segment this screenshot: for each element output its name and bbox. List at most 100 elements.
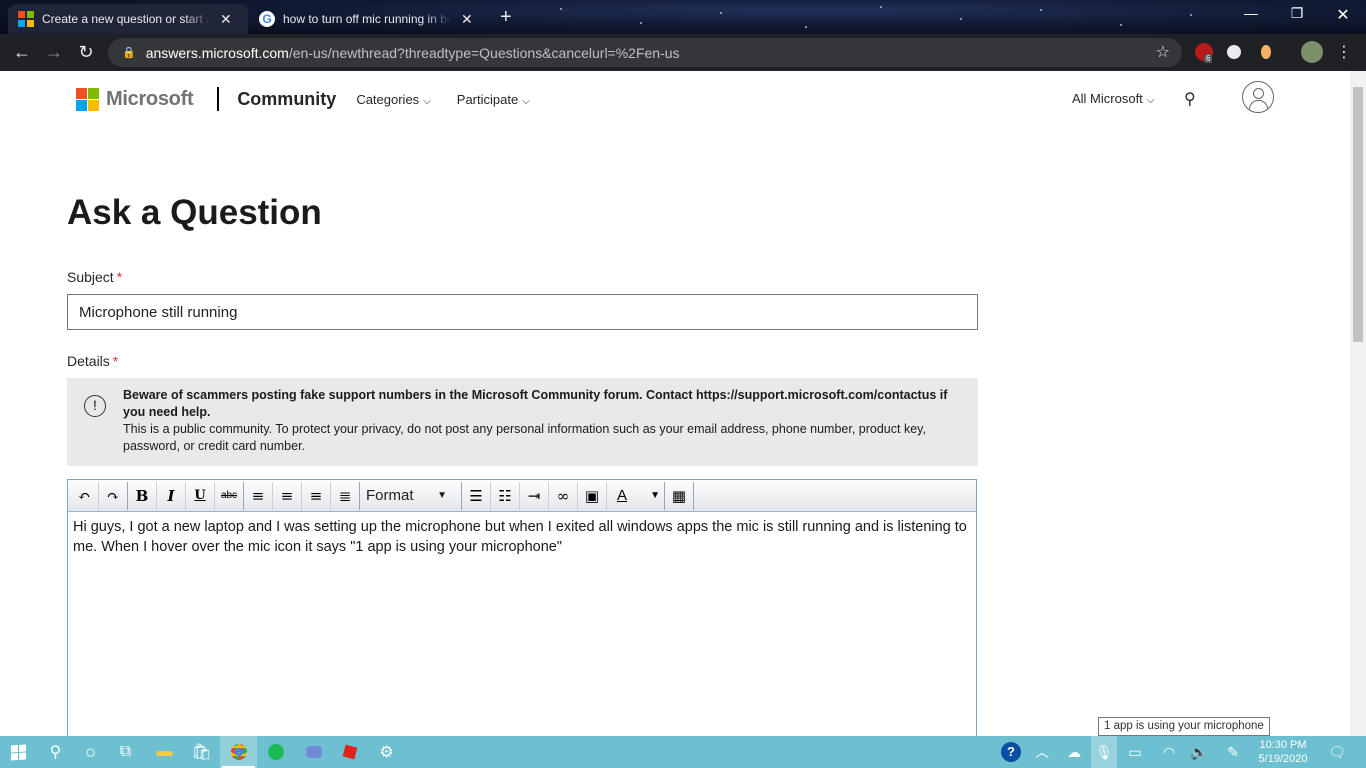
site-header: Microsoft Community Categories ⌵ Particip…: [76, 81, 1276, 113]
microsoft-logo-icon[interactable]: [76, 87, 99, 111]
volume-icon[interactable]: 🔈: [1186, 736, 1212, 768]
url-host: answers.microsoft.com: [145, 44, 289, 61]
format-dropdown-label: Format: [366, 487, 414, 504]
all-microsoft-label: All Microsoft: [1072, 91, 1143, 106]
required-marker: *: [116, 269, 123, 285]
battery-icon[interactable]: ▭: [1122, 736, 1148, 768]
underline-icon[interactable]: U: [186, 481, 215, 510]
restore-icon[interactable]: ❐: [1274, 5, 1320, 22]
taskbar-clock[interactable]: 10:30 PM 5/19/2020: [1248, 738, 1318, 766]
chevron-down-icon: ⌵: [1146, 95, 1155, 106]
profile-avatar-icon[interactable]: [1301, 41, 1323, 63]
pen-workspace-icon[interactable]: ✎: [1220, 736, 1246, 768]
close-tab-icon[interactable]: ✕: [220, 11, 232, 28]
chrome-taskbar-icon[interactable]: [220, 736, 257, 768]
justify-icon[interactable]: ≣: [331, 481, 360, 510]
roblox-icon[interactable]: [331, 736, 368, 768]
spotify-icon[interactable]: [257, 736, 294, 768]
onedrive-cloud-icon[interactable]: ☁: [1061, 736, 1087, 768]
privacy-notice: ! Beware of scammers posting fake suppor…: [67, 378, 978, 466]
nav-categories[interactable]: Categories ⌵: [356, 92, 430, 107]
search-icon[interactable]: ⚲: [1184, 89, 1196, 109]
scam-warning-text: Beware of scammers posting fake support …: [123, 388, 948, 419]
url-path: /en-us/newthread?threadtype=Questions&ca…: [288, 44, 680, 61]
action-center-icon[interactable]: 🗨: [1320, 736, 1354, 768]
undo-icon[interactable]: ↶: [70, 481, 99, 510]
show-hidden-icons-chevron-icon[interactable]: ︿: [1029, 736, 1055, 768]
start-button-windows-icon[interactable]: [0, 736, 37, 768]
close-tab-icon[interactable]: ✕: [461, 11, 473, 28]
task-view-icon[interactable]: ⧉: [107, 736, 144, 768]
privacy-text: This is a public community. To protect y…: [123, 422, 926, 453]
indent-icon[interactable]: ⇥: [520, 481, 549, 510]
nav-participate[interactable]: Participate ⌵: [457, 92, 530, 107]
details-label: Details *: [67, 353, 118, 369]
chevron-down-icon: ⌵: [522, 95, 530, 107]
file-explorer-icon[interactable]: ▬: [146, 736, 183, 768]
minimize-icon[interactable]: —: [1228, 5, 1274, 21]
google-favicon-icon: G: [259, 11, 275, 27]
page-content: Microsoft Community Categories ⌵ Particip…: [0, 71, 1350, 736]
rich-text-editor: ↶ ↷ B I U abc ≡ ≡ ≡ ≣ Format ▼ ☰ ☷ ⇥ ∞ ▣ …: [67, 479, 977, 736]
chevron-down-icon: ⌵: [423, 95, 431, 107]
insert-table-icon[interactable]: ▦: [665, 481, 694, 510]
back-arrow-icon[interactable]: ←: [6, 42, 38, 63]
bullet-list-icon[interactable]: ☰: [462, 481, 491, 510]
account-avatar-icon[interactable]: [1242, 81, 1274, 113]
nav-categories-label: Categories: [356, 91, 420, 107]
all-microsoft-menu[interactable]: All Microsoft ⌵: [1072, 91, 1154, 106]
store-icon[interactable]: 🛍: [183, 736, 220, 768]
bookmark-star-icon[interactable]: ☆: [1156, 42, 1170, 62]
strikethrough-icon[interactable]: abc: [215, 481, 244, 510]
tab-title: how to turn off mic running in be: [283, 12, 451, 26]
redo-icon[interactable]: ↷: [99, 481, 128, 510]
align-center-icon[interactable]: ≡: [273, 481, 302, 510]
microsoft-brand[interactable]: Microsoft: [106, 88, 194, 111]
help-icon[interactable]: ?: [997, 736, 1025, 768]
microphone-tooltip: 1 app is using your microphone: [1098, 717, 1270, 736]
block-extension-icon[interactable]: [1227, 45, 1241, 59]
discord-icon[interactable]: [295, 736, 332, 768]
details-label-text: Details: [67, 353, 110, 369]
microsoft-favicon-icon: [18, 11, 34, 27]
numbered-list-icon[interactable]: ☷: [491, 481, 520, 510]
insert-image-icon[interactable]: ▣: [578, 481, 607, 510]
required-marker: *: [112, 353, 119, 369]
editor-toolbar: ↶ ↷ B I U abc ≡ ≡ ≡ ≣ Format ▼ ☰ ☷ ⇥ ∞ ▣ …: [68, 480, 976, 512]
page-title: Ask a Question: [67, 193, 322, 232]
microphone-in-use-icon[interactable]: 🎙: [1091, 736, 1117, 768]
extension-icon[interactable]: [1261, 45, 1271, 59]
settings-gear-icon[interactable]: ⚙: [368, 736, 405, 768]
browser-tab-strip: Create a new question or start a d ✕ G h…: [0, 0, 1366, 34]
tab-create-question[interactable]: Create a new question or start a d ✕: [8, 4, 248, 34]
dropdown-arrow-icon: ▼: [437, 489, 447, 501]
editor-body[interactable]: Hi guys, I got a new laptop and I was se…: [68, 512, 976, 562]
reload-icon[interactable]: ↻: [70, 42, 102, 63]
bold-icon[interactable]: B: [128, 481, 157, 510]
link-icon[interactable]: ∞: [549, 481, 578, 510]
scrollbar-thumb[interactable]: [1353, 87, 1363, 342]
align-left-icon[interactable]: ≡: [244, 481, 273, 510]
search-icon[interactable]: ⚲: [37, 736, 74, 768]
info-icon: !: [84, 395, 106, 417]
forward-arrow-icon[interactable]: →: [38, 42, 70, 63]
page-scrollbar[interactable]: [1350, 71, 1366, 736]
new-tab-plus-icon[interactable]: +: [500, 6, 512, 29]
tab-google-search[interactable]: G how to turn off mic running in be ✕: [249, 4, 489, 34]
address-bar[interactable]: 🔒 answers.microsoft.com/en-us/newthread?…: [108, 38, 1182, 67]
header-divider: [217, 87, 220, 111]
italic-icon[interactable]: I: [157, 481, 186, 510]
cortana-icon[interactable]: ○: [72, 736, 109, 768]
subject-input[interactable]: [67, 294, 978, 330]
tab-title: Create a new question or start a d: [42, 12, 210, 26]
wifi-icon[interactable]: ◠: [1156, 736, 1182, 768]
format-dropdown[interactable]: Format ▼: [360, 481, 462, 510]
community-link[interactable]: Community: [237, 89, 336, 110]
subject-label: Subject *: [67, 269, 122, 285]
browser-menu-icon[interactable]: ⋮: [1336, 42, 1352, 62]
close-window-icon[interactable]: ✕: [1320, 5, 1366, 25]
align-right-icon[interactable]: ≡: [302, 481, 331, 510]
browser-toolbar: ← → ↻ 🔒 answers.microsoft.com/en-us/newt…: [0, 34, 1366, 71]
lock-icon: 🔒: [122, 47, 136, 59]
font-color-icon[interactable]: A ▼: [607, 481, 665, 510]
